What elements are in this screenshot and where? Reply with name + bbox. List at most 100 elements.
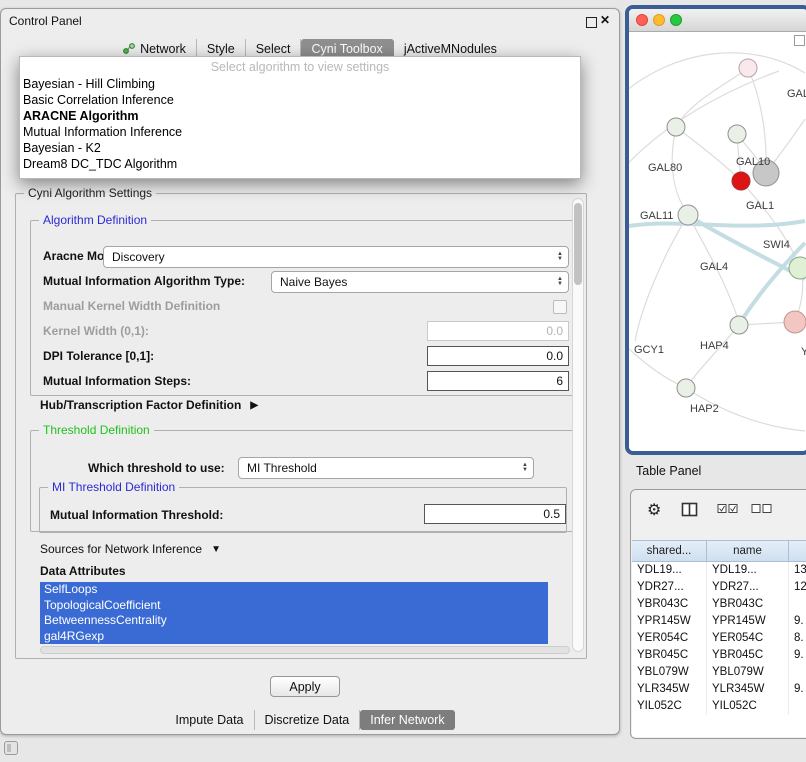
collapsed-panel-icon[interactable] [4, 741, 18, 755]
group-title: Threshold Definition [39, 423, 154, 437]
network-node[interactable] [677, 379, 695, 397]
network-canvas[interactable]: GAL80 GAL10 GAL1 GAL11 SWI4 GAL4 GCY1 HA… [629, 31, 806, 455]
table-row[interactable]: YBL079W YBL079W [632, 664, 806, 681]
mi-steps-input[interactable]: 6 [427, 371, 569, 391]
list-item-selfloops[interactable]: SelfLoops [40, 582, 548, 598]
cell: YLR345W [632, 681, 707, 698]
sources-label: Sources for Network Inference [40, 542, 202, 556]
settings-scrollbar[interactable] [572, 198, 584, 652]
cell: YPR145W [707, 613, 789, 630]
tab-label: Cyni Toolbox [311, 42, 382, 56]
columns-icon[interactable] [681, 502, 699, 518]
table-row[interactable]: YBR043C YBR043C [632, 596, 806, 613]
cell: 9. [789, 647, 806, 664]
tab-discretize-data[interactable]: Discretize Data [255, 710, 361, 730]
network-node[interactable] [667, 118, 685, 136]
algorithm-definition-group: Algorithm Definition Aracne Mode: Discov… [30, 220, 574, 396]
network-node[interactable] [678, 205, 698, 225]
node-label: Y [801, 346, 806, 358]
network-node[interactable] [784, 311, 806, 333]
node-label: GAL [787, 88, 806, 100]
cell: 13 [789, 562, 806, 579]
column-header-shared-name[interactable]: shared... [632, 541, 707, 561]
gear-icon[interactable]: ⚙ [647, 500, 661, 520]
combo-value: MI Threshold [247, 461, 517, 475]
dropdown-item-aracne[interactable]: ARACNE Algorithm [20, 108, 580, 124]
column-header-partial[interactable] [789, 541, 806, 561]
cell: YBL079W [632, 664, 707, 681]
horizontal-scrollbar[interactable] [40, 646, 570, 654]
tab-label: Discretize Data [265, 713, 350, 727]
network-node[interactable] [732, 172, 750, 190]
tab-label: Infer Network [370, 713, 444, 727]
tab-label: jActiveMNodules [404, 42, 497, 56]
zoom-traffic-light-icon[interactable] [670, 14, 682, 26]
scrollbar-thumb[interactable] [574, 203, 582, 285]
hub-definition-label: Hub/Transcription Factor Definition [40, 398, 241, 412]
table-row[interactable]: YDR27... YDR27... 12 [632, 579, 806, 596]
tab-infer-network[interactable]: Infer Network [360, 710, 454, 730]
float-window-icon[interactable] [586, 17, 597, 28]
cell: YBR045C [707, 647, 789, 664]
cell: YIL052C [632, 698, 707, 715]
mi-algorithm-type-select[interactable]: Naive Bayes ▲▼ [271, 271, 569, 293]
table-row[interactable]: YPR145W YPR145W 9. [632, 613, 806, 630]
dropdown-item-mutual-information[interactable]: Mutual Information Inference [20, 124, 580, 140]
mi-threshold-input[interactable]: 0.5 [424, 504, 566, 524]
table-row[interactable]: YBR045C YBR045C 9. [632, 647, 806, 664]
close-icon[interactable]: ✕ [600, 13, 610, 27]
cell: YBR043C [707, 596, 789, 613]
manual-kernel-width-checkbox[interactable] [553, 300, 567, 314]
cell: YDR27... [632, 579, 707, 596]
table-toolbar: ⚙ [631, 490, 806, 534]
unchecked-boxes-icon[interactable] [751, 502, 773, 516]
cell: YBR043C [632, 596, 707, 613]
network-node[interactable] [739, 59, 757, 77]
cell: YDR27... [707, 579, 789, 596]
list-item-betweennesscentrality[interactable]: BetweennessCentrality [40, 613, 548, 629]
cell: YBR045C [632, 647, 707, 664]
which-threshold-select[interactable]: MI Threshold ▲▼ [238, 457, 534, 479]
table-row[interactable]: YER054C YER054C 8. [632, 630, 806, 647]
data-attributes-label: Data Attributes [40, 564, 126, 578]
tab-impute-data[interactable]: Impute Data [165, 710, 254, 730]
field-value: 0.0 [546, 349, 563, 363]
group-title: MI Threshold Definition [48, 480, 179, 494]
field-value: 0.0 [546, 324, 563, 338]
minimize-traffic-light-icon[interactable] [653, 14, 665, 26]
close-traffic-light-icon[interactable] [636, 14, 648, 26]
network-node[interactable] [728, 125, 746, 143]
table-row[interactable]: YLR345W YLR345W 9. [632, 681, 806, 698]
panel-title: Control Panel [9, 14, 82, 28]
checked-boxes-icon[interactable] [717, 502, 739, 516]
dropdown-item-bayesian-hill-climbing[interactable]: Bayesian - Hill Climbing [20, 76, 580, 92]
table-panel-title: Table Panel [636, 464, 701, 478]
which-threshold-label: Which threshold to use: [88, 461, 225, 475]
dropdown-item-dream8[interactable]: Dream8 DC_TDC Algorithm [20, 156, 580, 172]
dropdown-item-basic-correlation[interactable]: Basic Correlation Inference [20, 92, 580, 108]
aracne-mode-select[interactable]: Discovery ▲▼ [103, 246, 569, 268]
dpi-tolerance-input[interactable]: 0.0 [427, 346, 569, 366]
hub-definition-disclosure[interactable]: Hub/Transcription Factor Definition ▶ [40, 398, 258, 412]
cell [789, 698, 806, 715]
cell: 12 [789, 579, 806, 596]
sources-disclosure[interactable]: Sources for Network Inference ▼ [40, 542, 221, 556]
kernel-width-input[interactable]: 0.0 [427, 321, 569, 341]
network-view-window: GAL80 GAL10 GAL1 GAL11 SWI4 GAL4 GCY1 HA… [625, 5, 806, 455]
combo-value: Naive Bayes [280, 275, 552, 289]
dropdown-item-bayesian-k2[interactable]: Bayesian - K2 [20, 140, 580, 156]
cell: YDL19... [632, 562, 707, 579]
node-label: GAL4 [700, 261, 728, 273]
table-row[interactable]: YIL052C YIL052C [632, 698, 806, 715]
list-item-gal4rgexp[interactable]: gal4RGexp [40, 629, 548, 645]
combo-arrows-icon: ▲▼ [517, 463, 528, 473]
algorithm-dropdown-popup: Select algorithm to view settings Bayesi… [19, 56, 581, 179]
network-node[interactable] [730, 316, 748, 334]
apply-button[interactable]: Apply [270, 676, 340, 697]
list-item-topologicalcoefficient[interactable]: TopologicalCoefficient [40, 598, 548, 614]
network-node[interactable] [789, 257, 806, 279]
column-header-name[interactable]: name [707, 541, 789, 561]
kernel-width-label: Kernel Width (0,1): [43, 324, 149, 338]
table-row[interactable]: YDL19... YDL19... 13 [632, 562, 806, 579]
cell: YER054C [632, 630, 707, 647]
